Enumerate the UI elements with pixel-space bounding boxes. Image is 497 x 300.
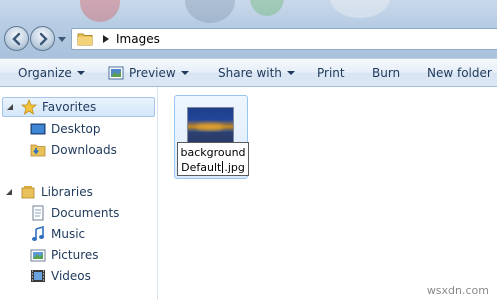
chevron-down-icon xyxy=(286,71,295,75)
organize-button[interactable]: Organize xyxy=(18,59,85,87)
documents-label: Documents xyxy=(51,206,120,220)
preview-label: Preview xyxy=(129,66,176,80)
collapse-arrow-icon[interactable] xyxy=(5,102,15,112)
rename-line-2: Default .jpg xyxy=(178,160,248,175)
sidebar-item-desktop[interactable]: Desktop xyxy=(30,119,101,139)
burn-label: Burn xyxy=(372,66,401,80)
title-bar: Images xyxy=(0,0,497,58)
sidebar-item-pictures[interactable]: Pictures xyxy=(30,245,99,265)
sidebar-item-music[interactable]: Music xyxy=(30,224,85,244)
sidebar-item-libraries[interactable]: Libraries xyxy=(4,182,93,202)
new-folder-button[interactable]: New folder xyxy=(427,59,492,87)
navigation-pane: Favorites Desktop Downloads Libraries Do… xyxy=(0,87,158,300)
breadcrumb-images[interactable]: Images xyxy=(116,32,160,46)
preview-button[interactable]: Preview xyxy=(108,59,189,87)
desktop-icon xyxy=(30,123,46,135)
downloads-folder-icon xyxy=(30,144,46,157)
libraries-icon xyxy=(21,186,35,199)
folder-icon xyxy=(77,33,93,46)
downloads-label: Downloads xyxy=(51,143,117,157)
command-bar: Organize Preview Share with Print Burn N… xyxy=(0,58,497,87)
share-with-label: Share with xyxy=(218,66,282,80)
videos-icon xyxy=(31,270,45,282)
pictures-label: Pictures xyxy=(51,248,99,262)
thumbnail-sea xyxy=(188,132,233,142)
documents-icon xyxy=(32,205,44,221)
thumbnail-glow xyxy=(196,124,224,130)
sidebar-item-downloads[interactable]: Downloads xyxy=(30,140,117,160)
music-note-icon xyxy=(32,226,44,241)
share-with-button[interactable]: Share with xyxy=(218,59,295,87)
arrow-right-icon xyxy=(39,32,48,45)
sidebar-item-videos[interactable]: Videos xyxy=(30,266,91,286)
organize-label: Organize xyxy=(18,66,72,80)
sidebar-item-documents[interactable]: Documents xyxy=(30,203,119,223)
rename-text-after-cursor: .jpg xyxy=(224,161,245,174)
rename-textbox[interactable]: background Default .jpg xyxy=(177,142,249,176)
desktop-label: Desktop xyxy=(51,122,101,136)
chevron-down-icon xyxy=(180,71,189,75)
burn-button[interactable]: Burn xyxy=(372,59,400,87)
recent-pages-dropdown[interactable] xyxy=(58,35,66,43)
print-label: Print xyxy=(317,66,345,80)
pictures-icon xyxy=(30,249,46,262)
collapse-arrow-icon[interactable] xyxy=(4,187,14,197)
libraries-label: Libraries xyxy=(41,185,93,199)
back-button[interactable] xyxy=(4,26,29,51)
background-blur xyxy=(250,0,284,16)
favorites-label: Favorites xyxy=(42,100,97,114)
file-list[interactable]: background Default .jpg wsxdn.com xyxy=(159,87,497,300)
rename-text-before-cursor: Default xyxy=(181,161,222,174)
watermark: wsxdn.com xyxy=(426,284,489,297)
star-icon xyxy=(21,99,37,115)
image-thumbnail xyxy=(187,107,234,143)
music-label: Music xyxy=(51,227,86,241)
new-folder-label: New folder xyxy=(427,66,492,80)
chevron-down-icon xyxy=(76,71,85,75)
preview-icon xyxy=(108,66,124,80)
breadcrumb-arrow-icon[interactable] xyxy=(103,35,109,43)
background-blur xyxy=(330,0,390,18)
videos-label: Videos xyxy=(51,269,91,283)
background-blur xyxy=(185,0,235,23)
rename-line-1: background xyxy=(180,146,246,159)
print-button[interactable]: Print xyxy=(317,59,345,87)
background-blur xyxy=(80,0,120,22)
address-bar[interactable]: Images xyxy=(71,28,497,50)
forward-button[interactable] xyxy=(30,26,55,51)
arrow-left-icon xyxy=(11,32,20,45)
sidebar-item-favorites[interactable]: Favorites xyxy=(2,97,155,117)
